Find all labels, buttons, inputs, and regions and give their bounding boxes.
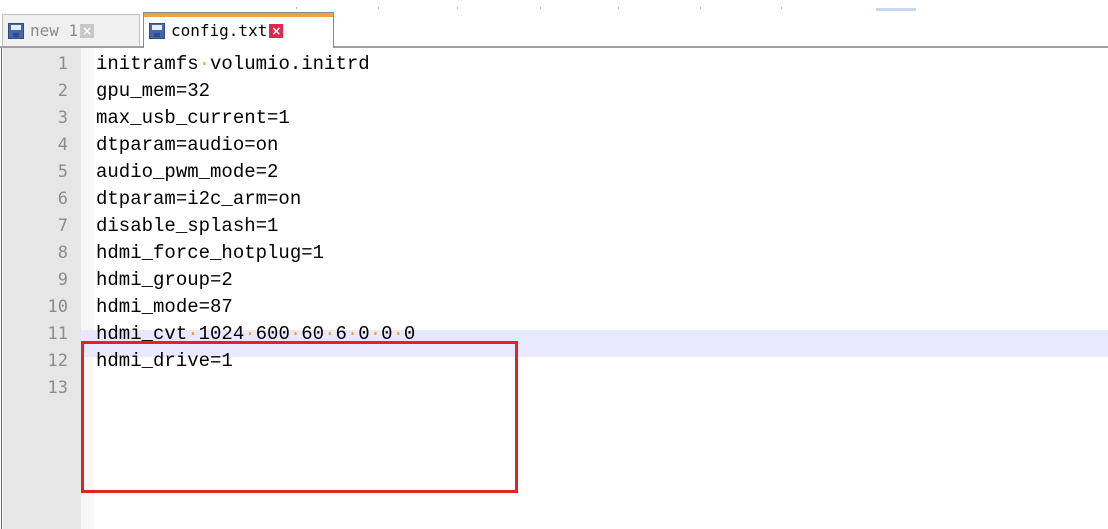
code-line[interactable]: 3 max_usb_current=1 bbox=[0, 105, 1108, 132]
toolbar-separator bbox=[540, 7, 541, 9]
tab-label: new 1 bbox=[30, 21, 79, 40]
line-number: 9 bbox=[57, 270, 68, 290]
tab-new-1[interactable]: new 1 × bbox=[2, 14, 140, 46]
active-tab-indicator bbox=[144, 13, 333, 17]
toolbar-separator bbox=[457, 7, 458, 9]
line-text: gpu_mem=32 bbox=[96, 80, 211, 102]
code-line[interactable]: 4 dtparam=audio=on bbox=[0, 132, 1108, 159]
toolbar-separator bbox=[378, 7, 379, 9]
line-text: dtparam=i2c_arm=on bbox=[96, 188, 302, 210]
line-text: max_usb_current=1 bbox=[96, 107, 290, 129]
code-line[interactable]: 9 hdmi_group=2 bbox=[0, 267, 1108, 294]
line-text: disable_splash=1 bbox=[96, 215, 279, 237]
toolbar-separator bbox=[618, 7, 619, 9]
close-tab-icon[interactable]: × bbox=[269, 23, 284, 38]
line-number: 6 bbox=[57, 189, 68, 209]
line-text: hdmi_mode=87 bbox=[96, 296, 233, 318]
line-text: dtparam=audio=on bbox=[96, 134, 279, 156]
line-number: 8 bbox=[57, 243, 68, 263]
line-text: hdmi_force_hotplug=1 bbox=[96, 242, 325, 264]
line-number: 13 bbox=[47, 378, 68, 398]
code-line[interactable]: 5 audio_pwm_mode=2 bbox=[0, 159, 1108, 186]
toolbar-separator bbox=[781, 7, 782, 9]
save-disk-icon bbox=[8, 22, 24, 39]
tab-label: config.txt bbox=[171, 21, 268, 40]
annotation-highlight-box bbox=[81, 341, 518, 493]
code-line[interactable]: 2 gpu_mem=32 bbox=[0, 78, 1108, 105]
line-number: 12 bbox=[47, 351, 68, 371]
code-line[interactable]: 8 hdmi_force_hotplug=1 bbox=[0, 240, 1108, 267]
line-text: audio_pwm_mode=2 bbox=[96, 161, 279, 183]
save-disk-icon bbox=[149, 22, 165, 39]
line-number: 1 bbox=[57, 54, 68, 74]
line-number: 3 bbox=[57, 108, 68, 128]
close-tab-icon[interactable]: × bbox=[80, 23, 95, 38]
code-line[interactable]: 6 dtparam=i2c_arm=on bbox=[0, 186, 1108, 213]
line-number: 10 bbox=[47, 297, 68, 317]
line-number: 4 bbox=[57, 135, 68, 155]
line-number: 7 bbox=[57, 216, 68, 236]
tab-config-txt[interactable]: config.txt × bbox=[143, 12, 334, 48]
line-number: 2 bbox=[57, 81, 68, 101]
whitespace-marker: · bbox=[198, 53, 211, 75]
code-line[interactable]: 10 hdmi_mode=87 bbox=[0, 294, 1108, 321]
toolbar-separator bbox=[296, 7, 297, 9]
toolbar-strip bbox=[0, 0, 1108, 12]
text-editor[interactable]: 1 initramfs·volumio.initrd 2 gpu_mem=32 3 max… bbox=[0, 48, 1108, 529]
line-text: initramfs·volumio.initrd bbox=[96, 53, 370, 75]
code-line[interactable]: 7 disable_splash=1 bbox=[0, 213, 1108, 240]
toolbar-separator bbox=[700, 7, 701, 9]
line-number: 11 bbox=[47, 324, 68, 344]
line-text: hdmi_group=2 bbox=[96, 269, 233, 291]
toolbar-active-indicator bbox=[876, 8, 916, 11]
code-line[interactable]: 1 initramfs·volumio.initrd bbox=[0, 51, 1108, 78]
line-number: 5 bbox=[57, 162, 68, 182]
